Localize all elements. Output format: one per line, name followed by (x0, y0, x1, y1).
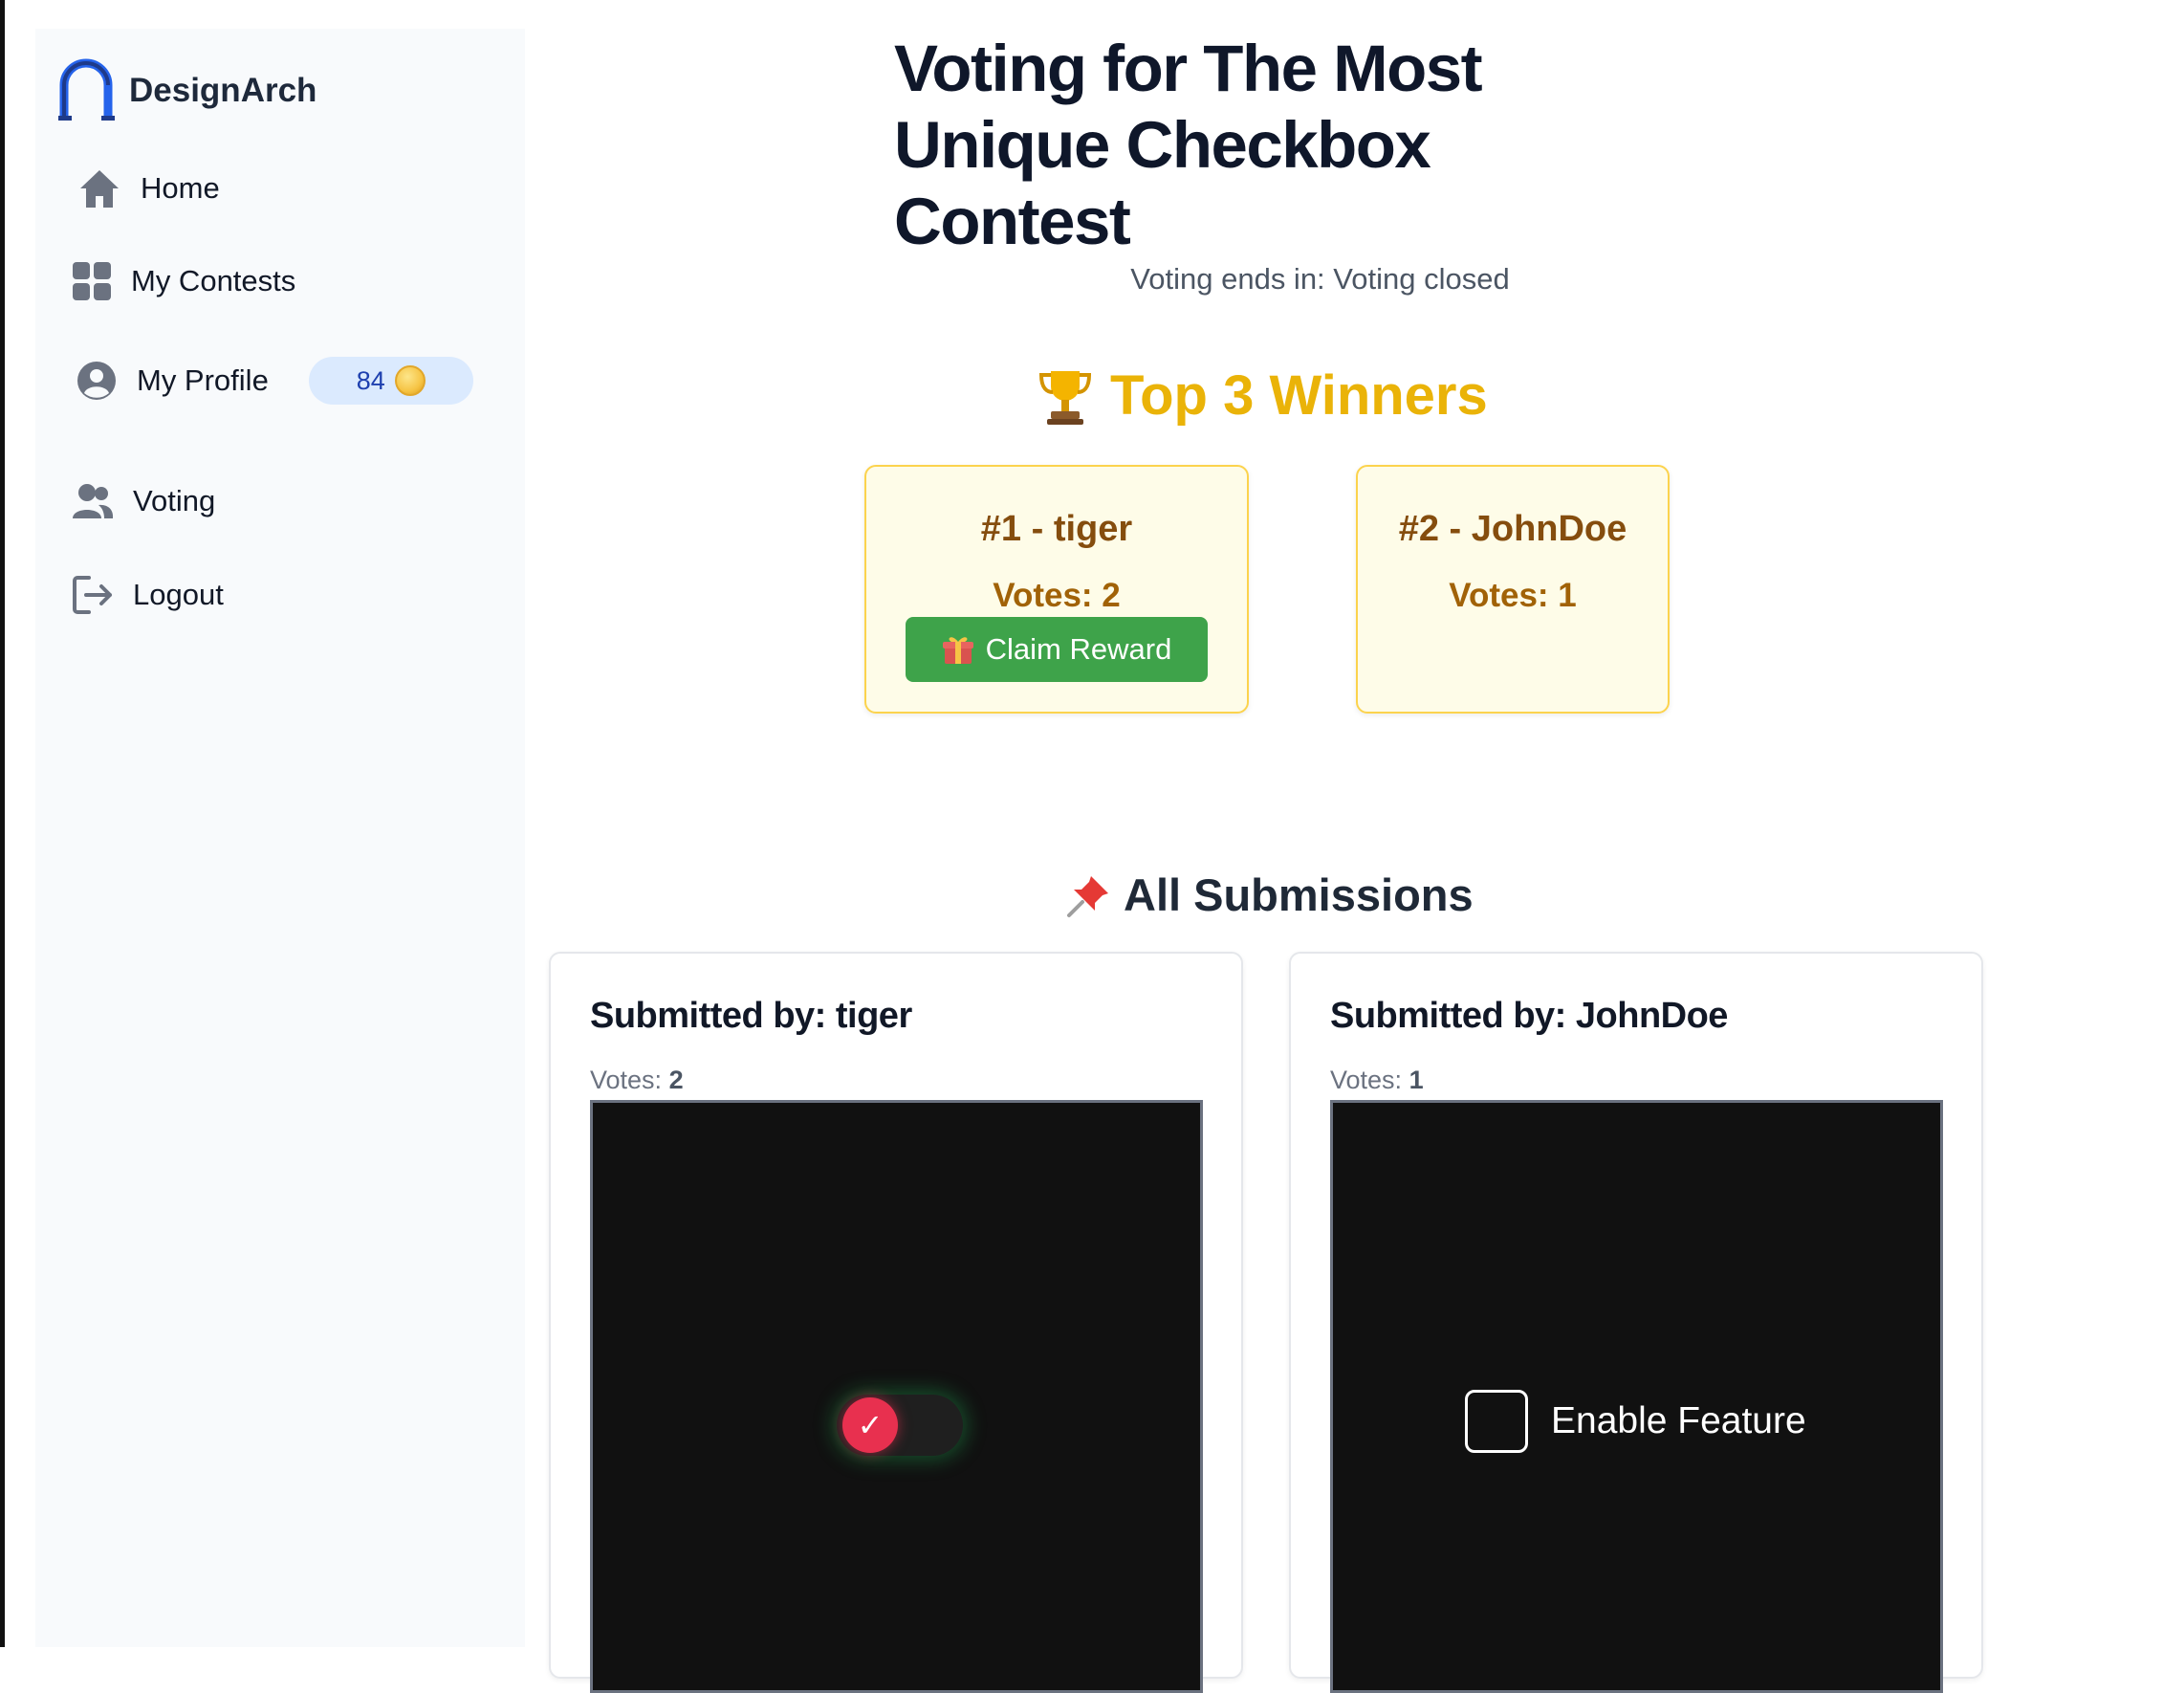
voting-ends-text: Voting ends in: Voting closed (1130, 262, 1510, 296)
toggle-check-knob: ✓ (842, 1397, 898, 1453)
users-icon (73, 484, 114, 518)
winner-card-2: #2 - JohnDoe Votes: 1 (1356, 465, 1670, 714)
submissions-title: All Submissions (1124, 869, 1474, 920)
sidebar-item-label: Home (141, 171, 220, 205)
submission-preview: ✓ (590, 1100, 1203, 1693)
trophy-icon (1038, 370, 1092, 425)
coin-count: 84 (356, 365, 385, 395)
sidebar: DesignArch Home My Contests My Profile 8… (35, 29, 525, 1647)
submission-votes-count: 2 (668, 1066, 684, 1094)
submission-author: Submitted by: tiger (590, 996, 912, 1036)
checkbox[interactable] (1465, 1390, 1528, 1453)
submission-author: Submitted by: JohnDoe (1330, 996, 1728, 1036)
preview-toggle-switch[interactable]: ✓ (837, 1395, 963, 1456)
checkbox-label: Enable Feature (1551, 1400, 1806, 1441)
winners-heading: Top 3 Winners (1037, 363, 1488, 428)
claim-reward-button[interactable]: Claim Reward (906, 617, 1208, 682)
sidebar-item-label: My Profile (137, 363, 269, 397)
sidebar-item-voting[interactable]: Voting (72, 482, 215, 520)
submission-votes-count: 1 (1409, 1066, 1424, 1094)
coin-icon (394, 365, 426, 396)
winner-votes: Votes: 1 (1449, 577, 1577, 614)
brand[interactable]: DesignArch (56, 57, 317, 124)
submission-votes-label: Votes: (1330, 1066, 1403, 1094)
winner-card-1: #1 - tiger Votes: 2 Claim Reward (864, 465, 1249, 714)
submission-votes: Votes: 2 (590, 1066, 684, 1095)
winner-title: #1 - tiger (980, 509, 1133, 549)
sidebar-item-home[interactable]: Home (77, 167, 220, 209)
brand-name: DesignArch (129, 72, 317, 109)
logout-icon (73, 576, 112, 614)
sidebar-item-my-contests[interactable]: My Contests (72, 261, 295, 301)
submission-votes: Votes: 1 (1330, 1066, 1424, 1095)
submission-card-1: Submitted by: tiger Votes: 2 ✓ (549, 952, 1243, 1693)
arch-logo-icon (58, 58, 115, 121)
winner-title: #2 - JohnDoe (1398, 509, 1627, 549)
gift-icon (942, 637, 973, 664)
sidebar-item-logout[interactable]: Logout (72, 574, 224, 616)
sidebar-item-label: Logout (133, 578, 224, 611)
grid-icon (73, 262, 111, 300)
pushpin-icon (1067, 875, 1108, 917)
claim-reward-label: Claim Reward (985, 632, 1172, 666)
home-icon (80, 170, 119, 208)
sidebar-item-my-profile[interactable]: My Profile 84 (76, 357, 473, 405)
page-title: Voting for The Most Unique Checkbox Cont… (894, 32, 1483, 258)
voting-countdown: Voting ends in: Voting closed (535, 262, 1683, 297)
coin-balance-badge: 84 (308, 357, 473, 405)
sidebar-item-label: Voting (133, 484, 216, 517)
submission-card-2: Submitted by: JohnDoe Votes: 1 Enable Fe… (1289, 952, 1983, 1693)
submission-preview: Enable Feature (1330, 1100, 1943, 1693)
winners-title: Top 3 Winners (1110, 364, 1488, 427)
winner-votes: Votes: 2 (993, 577, 1121, 614)
user-circle-icon (77, 362, 116, 400)
sidebar-item-label: My Contests (131, 264, 296, 297)
main-content: Voting for The Most Unique Checkbox Cont… (535, 0, 2184, 1693)
submission-votes-label: Votes: (590, 1066, 663, 1094)
preview-enable-feature-checkbox[interactable]: Enable Feature (1465, 1390, 1806, 1453)
submissions-heading: All Submissions (1066, 868, 1474, 921)
window-edge (0, 0, 5, 1647)
